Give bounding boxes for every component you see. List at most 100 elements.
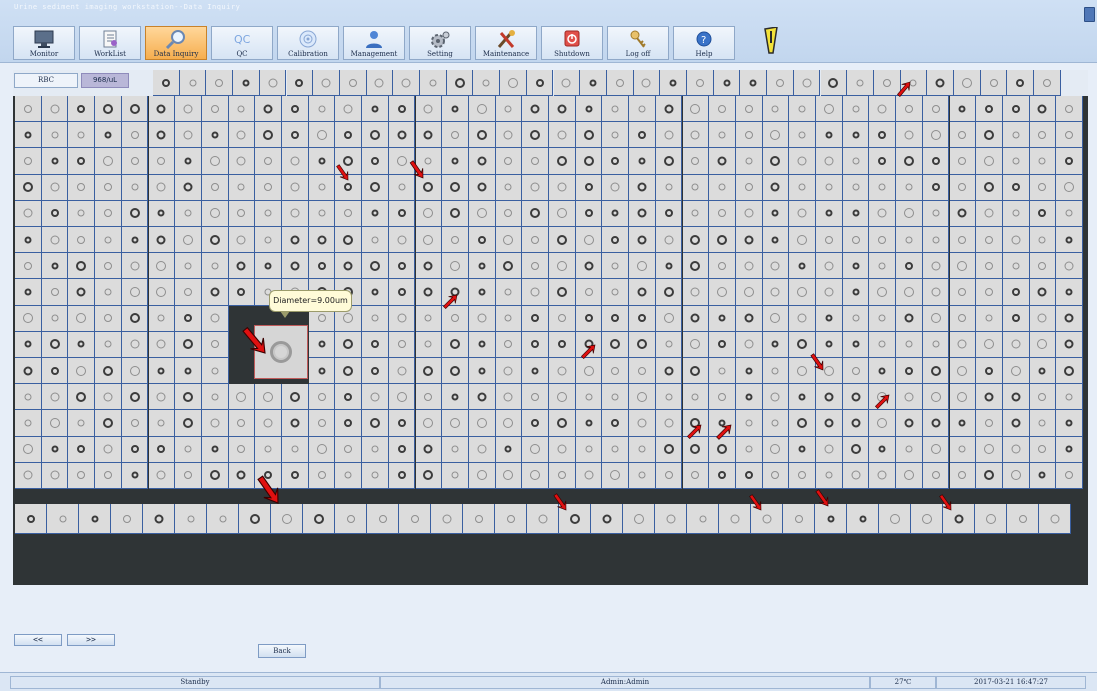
cell-thumbnail[interactable] <box>282 148 309 175</box>
cell-thumbnail[interactable] <box>896 122 923 149</box>
cell-thumbnail[interactable] <box>922 253 950 280</box>
cell-thumbnail[interactable] <box>789 279 816 306</box>
cell-thumbnail[interactable] <box>15 200 42 227</box>
cell-thumbnail[interactable] <box>68 148 96 175</box>
cell-thumbnail[interactable] <box>95 96 122 123</box>
cell-thumbnail[interactable] <box>495 436 523 463</box>
cell-thumbnail[interactable] <box>415 279 443 306</box>
cell-thumbnail[interactable] <box>495 358 523 385</box>
cell-thumbnail[interactable] <box>388 174 416 201</box>
cell-thumbnail[interactable] <box>201 305 229 332</box>
cell-thumbnail[interactable] <box>522 358 549 385</box>
cell-thumbnail[interactable] <box>629 148 656 175</box>
cell-thumbnail[interactable] <box>922 227 950 254</box>
cell-thumbnail[interactable] <box>1002 122 1030 149</box>
cell-thumbnail[interactable] <box>362 200 389 227</box>
cell-thumbnail[interactable] <box>575 305 603 332</box>
cell-thumbnail[interactable] <box>575 253 603 280</box>
cell-thumbnail[interactable] <box>976 200 1003 227</box>
cell-thumbnail[interactable] <box>943 504 975 534</box>
cell-thumbnail[interactable] <box>896 227 923 254</box>
cell-thumbnail[interactable] <box>442 436 469 463</box>
cell-thumbnail[interactable] <box>495 122 523 149</box>
cell-thumbnail[interactable] <box>575 96 603 123</box>
cell-thumbnail[interactable] <box>687 70 714 97</box>
cell-thumbnail[interactable] <box>1029 305 1057 332</box>
cell-thumbnail[interactable] <box>976 253 1003 280</box>
cell-thumbnail[interactable] <box>522 174 549 201</box>
cell-thumbnail[interactable] <box>68 227 96 254</box>
qc-button[interactable]: QC QC <box>211 26 273 60</box>
cell-thumbnail[interactable] <box>313 70 340 97</box>
cell-thumbnail[interactable] <box>911 504 943 534</box>
cell-thumbnail[interactable] <box>922 462 950 489</box>
cell-thumbnail[interactable] <box>68 279 96 306</box>
cell-thumbnail[interactable] <box>896 436 923 463</box>
cell-thumbnail[interactable] <box>442 305 469 332</box>
cell-thumbnail[interactable] <box>1029 279 1057 306</box>
cell-thumbnail[interactable] <box>815 504 847 534</box>
cell-thumbnail[interactable] <box>308 174 336 201</box>
cell-thumbnail[interactable] <box>847 70 874 97</box>
cell-thumbnail[interactable] <box>976 305 1003 332</box>
cell-thumbnail[interactable] <box>68 200 96 227</box>
cell-thumbnail[interactable] <box>655 331 683 358</box>
cell-thumbnail[interactable] <box>709 358 736 385</box>
cell-thumbnail[interactable] <box>976 410 1003 437</box>
cell-thumbnail[interactable] <box>121 96 149 123</box>
cell-thumbnail[interactable] <box>95 384 122 411</box>
cell-thumbnail[interactable] <box>949 96 977 123</box>
cell-thumbnail[interactable] <box>896 410 923 437</box>
cell-thumbnail[interactable] <box>816 305 843 332</box>
cell-thumbnail[interactable] <box>335 331 363 358</box>
cell-thumbnail[interactable] <box>549 331 576 358</box>
cell-thumbnail[interactable] <box>602 358 630 385</box>
cell-thumbnail[interactable] <box>735 436 763 463</box>
cell-thumbnail[interactable] <box>495 504 527 534</box>
cell-thumbnail[interactable] <box>335 227 363 254</box>
cell-thumbnail[interactable] <box>655 504 687 534</box>
cell-thumbnail[interactable] <box>922 200 950 227</box>
cell-thumbnail[interactable] <box>1029 227 1057 254</box>
cell-thumbnail[interactable] <box>335 122 363 149</box>
cell-thumbnail[interactable] <box>121 358 149 385</box>
cell-thumbnail[interactable] <box>282 462 309 489</box>
cell-thumbnail[interactable] <box>362 279 389 306</box>
cell-thumbnail[interactable] <box>47 504 79 534</box>
cell-thumbnail[interactable] <box>869 410 897 437</box>
cell-thumbnail[interactable] <box>1002 148 1030 175</box>
cell-thumbnail[interactable] <box>709 227 736 254</box>
cell-thumbnail[interactable] <box>468 96 496 123</box>
cell-thumbnail[interactable] <box>1002 96 1030 123</box>
cell-thumbnail[interactable] <box>415 331 443 358</box>
cell-thumbnail[interactable] <box>148 462 176 489</box>
cell-thumbnail[interactable] <box>735 122 763 149</box>
cell-thumbnail[interactable] <box>68 331 96 358</box>
cell-thumbnail[interactable] <box>148 279 176 306</box>
cell-thumbnail[interactable] <box>789 253 816 280</box>
cell-thumbnail[interactable] <box>308 148 336 175</box>
help-button[interactable]: ? Help <box>673 26 735 60</box>
cell-thumbnail[interactable] <box>655 462 683 489</box>
cell-thumbnail[interactable] <box>575 384 603 411</box>
cell-thumbnail[interactable] <box>655 305 683 332</box>
cell-thumbnail[interactable] <box>282 174 309 201</box>
cell-thumbnail[interactable] <box>335 384 363 411</box>
cell-thumbnail[interactable] <box>335 96 363 123</box>
cell-thumbnail[interactable] <box>1029 148 1057 175</box>
cell-thumbnail[interactable] <box>121 279 149 306</box>
cell-thumbnail[interactable] <box>976 358 1003 385</box>
cell-thumbnail[interactable] <box>976 279 1003 306</box>
cell-thumbnail[interactable] <box>15 253 42 280</box>
cell-thumbnail[interactable] <box>228 279 256 306</box>
cell-thumbnail[interactable] <box>442 279 469 306</box>
cell-thumbnail[interactable] <box>442 200 469 227</box>
cell-thumbnail[interactable] <box>949 436 977 463</box>
cell-thumbnail[interactable] <box>233 70 260 97</box>
cell-thumbnail[interactable] <box>762 462 790 489</box>
cell-thumbnail[interactable] <box>602 227 630 254</box>
cell-thumbnail[interactable] <box>976 122 1003 149</box>
cell-thumbnail[interactable] <box>1029 331 1057 358</box>
cell-thumbnail[interactable] <box>762 96 790 123</box>
cell-thumbnail[interactable] <box>1029 174 1057 201</box>
